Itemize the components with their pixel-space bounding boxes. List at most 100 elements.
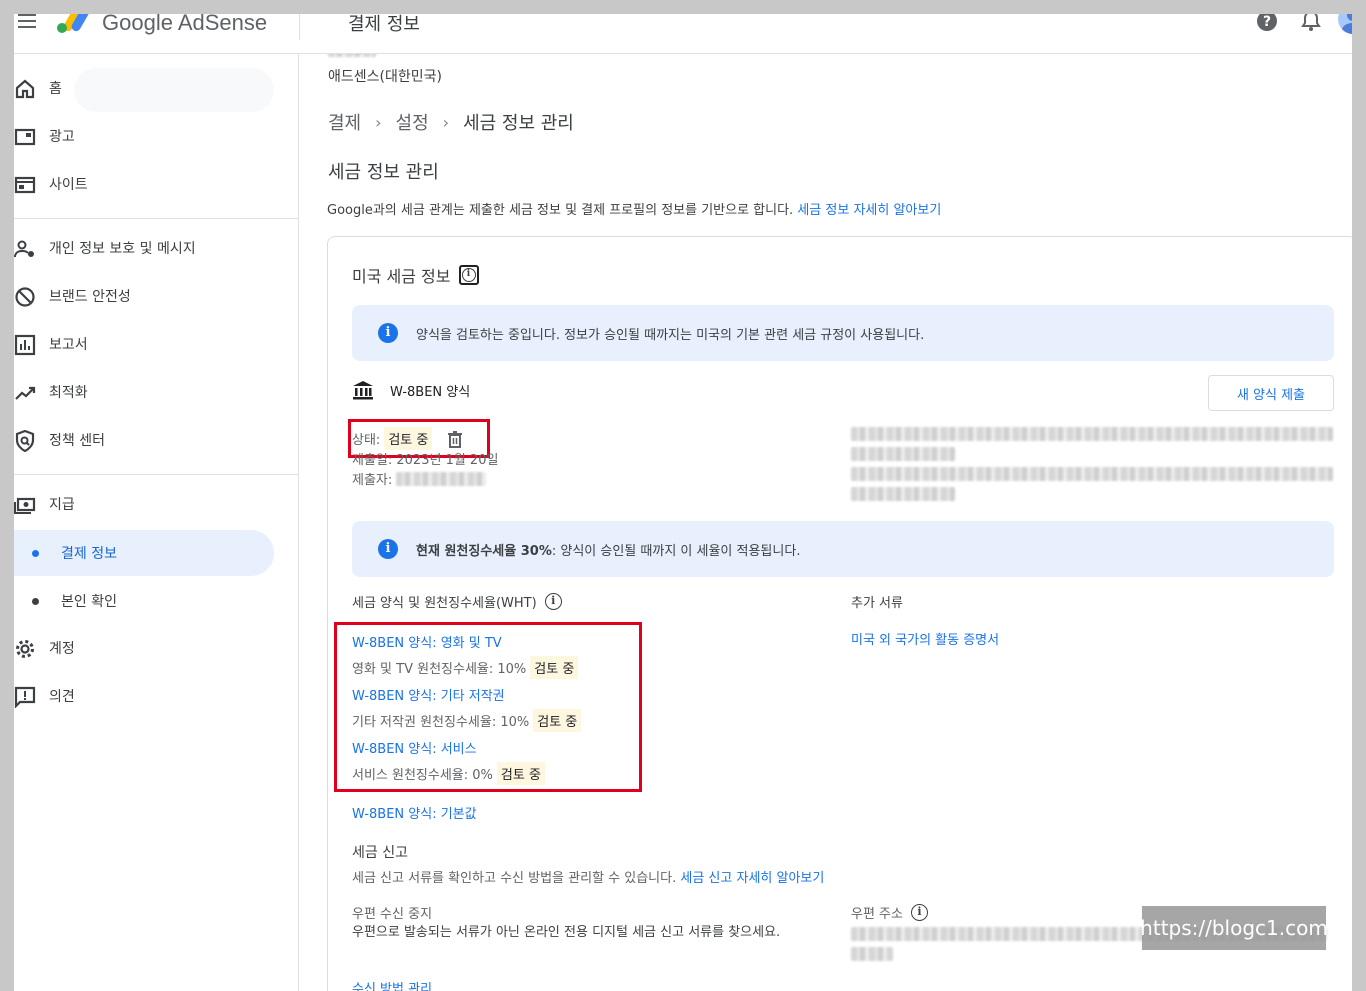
submit-new-form-button[interactable]: 새 양식 제출 — [1208, 375, 1334, 411]
help-icon[interactable]: ? — [1256, 14, 1278, 32]
sidebar-item-policy-center[interactable]: 정책 센터 — [14, 418, 299, 462]
window-edge — [1352, 14, 1366, 991]
payments-icon — [14, 497, 36, 514]
account-avatar[interactable] — [1338, 14, 1352, 34]
sidebar-item-payments[interactable]: 지급 — [14, 482, 299, 526]
divider — [299, 14, 300, 40]
info-icon[interactable]: i — [910, 904, 928, 921]
notifications-icon[interactable] — [1300, 14, 1322, 32]
wht-rate-other-copyright: 기타 저작권 원천징수세율: 10% 검토 중 — [352, 709, 582, 732]
adsense-logo-icon — [57, 14, 90, 33]
info-filled-icon: i — [378, 323, 398, 343]
section-title: 세금 정보 관리 — [328, 162, 439, 183]
sidebar-item-label: 홈 — [49, 81, 62, 97]
form-header: W-8BEN 양식 — [352, 380, 470, 400]
us-tax-info-card: 미국 세금 정보 i i 양식을 검토하는 중입니다. 정보가 승인될 때까지는… — [327, 236, 1352, 991]
redacted-address — [851, 487, 955, 501]
trash-icon[interactable] — [446, 430, 464, 448]
sidebar-item-label: 의견 — [49, 689, 75, 705]
rate-note: : 양식이 승인될 때까지 이 세율이 적용됩니다. — [551, 543, 801, 559]
sidebar-item-label: 개인 정보 보호 및 메시지 — [49, 241, 196, 257]
current-rate: 현재 원천징수세율 30% — [416, 543, 552, 559]
status-badge: 검토 중 — [496, 762, 545, 785]
banner-text: 현재 원천징수세율 30%: 양식이 승인될 때까지 이 세율이 적용됩니다. — [416, 540, 800, 559]
sidebar-item-label: 지급 — [49, 497, 75, 513]
bullet-icon — [32, 598, 39, 605]
redacted-name — [396, 472, 487, 486]
breadcrumb-item[interactable]: 결제 — [328, 109, 361, 135]
sidebar-item-label: 정책 센터 — [49, 433, 105, 449]
feedback-icon — [14, 686, 36, 708]
sidebar-item-optimize[interactable]: 최적화 — [14, 370, 299, 414]
top-app-bar: Google AdSense 결제 정보 ? — [14, 14, 1352, 54]
bullet-icon — [32, 550, 39, 557]
menu-icon[interactable] — [18, 14, 40, 34]
divider — [14, 474, 299, 475]
form-link-film-tv[interactable]: W-8BEN 양식: 영화 및 TV — [352, 632, 502, 651]
banner-text: 양식을 검토하는 중입니다. 정보가 승인될 때까지는 미국의 기본 관련 세금… — [416, 327, 925, 343]
trending-up-icon — [15, 386, 36, 400]
policy-shield-icon — [15, 430, 35, 452]
sidebar-item-sites[interactable]: 사이트 — [14, 162, 299, 206]
card-title-text: 미국 세금 정보 — [352, 267, 451, 286]
breadcrumb: 결제 › 설정 › 세금 정보 관리 — [328, 109, 574, 135]
sidebar-item-label: 보고서 — [49, 337, 88, 353]
sidebar-item-reports[interactable]: 보고서 — [14, 322, 299, 366]
rate-text: 기타 저작권 원천징수세율: 10% — [352, 715, 530, 730]
sidebar-subitem-identity[interactable]: 본인 확인 — [14, 578, 274, 624]
info-icon[interactable]: i — [544, 593, 562, 610]
learn-more-tax-link[interactable]: 세금 정보 자세히 알아보기 — [797, 203, 941, 218]
chevron-right-icon: › — [375, 112, 382, 132]
reports-icon — [14, 334, 36, 356]
tax-report-text: 세금 신고 서류를 확인하고 수신 방법을 관리할 수 있습니다. — [352, 871, 677, 886]
form-link-services[interactable]: W-8BEN 양식: 서비스 — [352, 738, 477, 757]
manage-delivery-link[interactable]: 수신 방법 관리 — [352, 978, 432, 991]
extra-docs-title: 추가 서류 — [851, 596, 903, 611]
info-icon[interactable]: i — [458, 265, 479, 285]
form-link-other-copyright[interactable]: W-8BEN 양식: 기타 저작권 — [352, 685, 505, 704]
review-info-banner: i 양식을 검토하는 중입니다. 정보가 승인될 때까지는 미국의 기본 관련 … — [352, 305, 1334, 361]
submitter-label: 제출자: — [352, 473, 393, 488]
wht-title-text: 세금 양식 및 원천징수세율(WHT) — [352, 596, 537, 611]
sites-icon — [14, 176, 36, 194]
divider — [14, 218, 299, 219]
redacted-address — [851, 947, 893, 961]
sidebar-subitem-payment-info[interactable]: 결제 정보 — [14, 530, 274, 576]
main-content: 애드센스(대한민국) 결제 › 설정 › 세금 정보 관리 세금 정보 관리 G… — [300, 54, 1352, 991]
info-filled-icon: i — [378, 539, 398, 559]
tax-report-title: 세금 신고 — [352, 845, 408, 861]
mail-stop-title: 우편 수신 중지 — [352, 907, 433, 922]
tax-report-description: 세금 신고 서류를 확인하고 수신 방법을 관리할 수 있습니다. 세금 신고 … — [352, 867, 824, 886]
page-title: 결제 정보 — [348, 14, 420, 35]
intro-text: Google과의 세금 관계는 제출한 세금 정보 및 결제 프로필의 정보를 … — [327, 199, 941, 218]
wht-rate-services: 서비스 원천징수세율: 0% 검토 중 — [352, 762, 545, 785]
gear-icon — [16, 640, 34, 658]
sidebar-item-home[interactable]: 홈 — [14, 66, 299, 110]
watermark: https://blogc1.com — [1140, 906, 1328, 950]
sidebar-item-brand-safety[interactable]: 브랜드 안전성 — [14, 274, 299, 318]
home-icon — [15, 79, 35, 99]
redacted-address — [851, 447, 955, 461]
form-link-default[interactable]: W-8BEN 양식: 기본값 — [352, 803, 477, 822]
account-label: 애드센스(대한민국) — [328, 69, 442, 85]
sidebar-item-label: 계정 — [49, 641, 75, 657]
learn-more-tax-report-link[interactable]: 세금 신고 자세히 알아보기 — [680, 871, 824, 886]
sidebar-item-account[interactable]: 계정 — [14, 626, 299, 670]
sidebar-item-feedback[interactable]: 의견 — [14, 674, 299, 718]
sidebar: 홈 광고 사이트 개인 정보 보호 및 메시지 브랜드 안전성 보고서 최적화 — [14, 54, 299, 991]
certificate-link[interactable]: 미국 외 국가의 활동 증명서 — [851, 629, 999, 648]
wht-rate-film-tv: 영화 및 TV 원천징수세율: 10% 검토 중 — [352, 656, 579, 679]
breadcrumb-item[interactable]: 설정 — [396, 109, 429, 135]
app-window: Google AdSense 결제 정보 ? 홈 광고 사이트 개인 정보 보호… — [14, 14, 1352, 991]
chevron-right-icon: › — [442, 112, 450, 132]
intro-description: Google과의 세금 관계는 제출한 세금 정보 및 결제 프로필의 정보를 … — [327, 203, 794, 218]
bank-icon — [353, 381, 373, 400]
redacted-address — [851, 467, 1333, 481]
sidebar-item-ads[interactable]: 광고 — [14, 114, 299, 158]
ads-icon — [14, 128, 36, 146]
breadcrumb-current: 세금 정보 관리 — [463, 113, 574, 134]
status-badge: 검토 중 — [530, 656, 579, 679]
sidebar-item-label: 브랜드 안전성 — [49, 289, 131, 305]
sidebar-item-label: 최적화 — [49, 385, 88, 401]
sidebar-item-privacy[interactable]: 개인 정보 보호 및 메시지 — [14, 226, 299, 270]
